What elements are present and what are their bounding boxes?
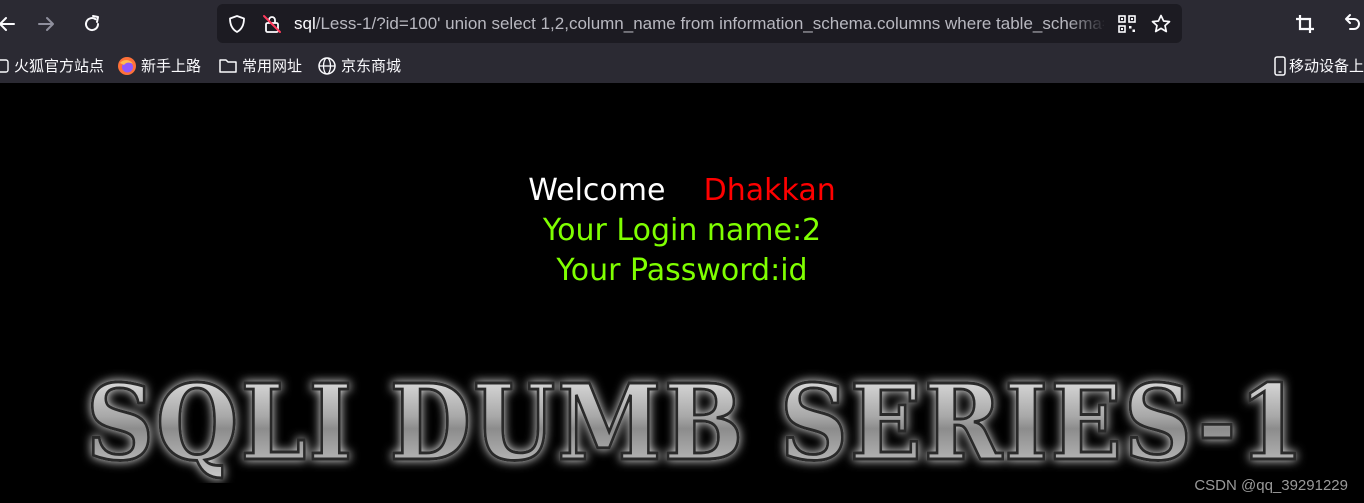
bookmark-label: 常用网址 [242, 57, 303, 75]
qr-code-icon[interactable] [1116, 13, 1138, 35]
bookmark-label: 火狐官方站点 [14, 57, 105, 75]
page-content: Welcome Dhakkan Your Login name:2 Your P… [0, 83, 1364, 503]
reload-button[interactable] [79, 11, 105, 37]
back-button[interactable] [0, 11, 20, 37]
screenshot-crop-button[interactable] [1292, 11, 1318, 37]
welcome-text: Welcome [528, 173, 666, 208]
address-bar[interactable]: sql/Less-1/?id=100' union select 1,2,col… [217, 4, 1182, 43]
mobile-device-icon [1274, 55, 1286, 76]
bookmark-label: 新手上路 [141, 57, 202, 75]
user-name: Dhakkan [703, 173, 836, 208]
bookmark-getting-started[interactable]: 新手上路 [117, 48, 201, 83]
firefox-logo-icon [118, 56, 136, 75]
password-line: Your Password:id [556, 253, 808, 288]
browser-chrome: sql/Less-1/?id=100' union select 1,2,col… [0, 0, 1364, 83]
bookmarks-toolbar: 火狐官方站点 新手上路 常用网址 京东商城 移动设备上 [0, 48, 1364, 83]
bookmark-firefox-official[interactable]: 火狐官方站点 [0, 48, 104, 83]
tracking-protection-shield-icon[interactable] [226, 13, 248, 35]
bookmark-label: 京东商城 [341, 57, 402, 75]
undo-arrow-icon [1345, 14, 1360, 30]
mobile-bookmarks-label: 移动设备上 [1289, 57, 1364, 75]
back-arrow-icon [0, 17, 15, 31]
welcome-line: Welcome Dhakkan [0, 171, 1364, 211]
url-path: /Less-1/?id=100' union select 1,2,column… [315, 14, 1104, 33]
url-text[interactable]: sql/Less-1/?id=100' union select 1,2,col… [294, 4, 1104, 43]
firefox-bookmark-icon [0, 58, 9, 73]
sqli-dumb-series-banner: SQLI DUMB SERIES-1 [85, 363, 1306, 483]
navigation-toolbar: sql/Less-1/?id=100' union select 1,2,col… [0, 0, 1364, 48]
insecure-lock-icon[interactable] [261, 13, 283, 35]
undo-button[interactable] [1338, 11, 1364, 37]
forward-button[interactable] [33, 11, 59, 37]
globe-icon [318, 56, 336, 75]
crop-icon [1296, 15, 1314, 33]
forward-arrow-icon [38, 17, 54, 31]
banner-text: SQLI DUMB SERIES-1 [86, 363, 1306, 483]
bookmark-star-icon[interactable] [1150, 13, 1172, 35]
login-name-line: Your Login name:2 [542, 213, 822, 248]
bookmark-jd[interactable]: 京东商城 [317, 48, 401, 83]
url-host: sql [294, 14, 316, 33]
folder-icon [219, 58, 237, 73]
reload-icon [85, 15, 100, 32]
bookmark-folder-common[interactable]: 常用网址 [218, 48, 302, 83]
url-fade [1067, 4, 1107, 43]
mobile-bookmarks[interactable]: 移动设备上 [1273, 48, 1364, 83]
csdn-watermark: CSDN @qq_39291229 [1194, 477, 1348, 494]
